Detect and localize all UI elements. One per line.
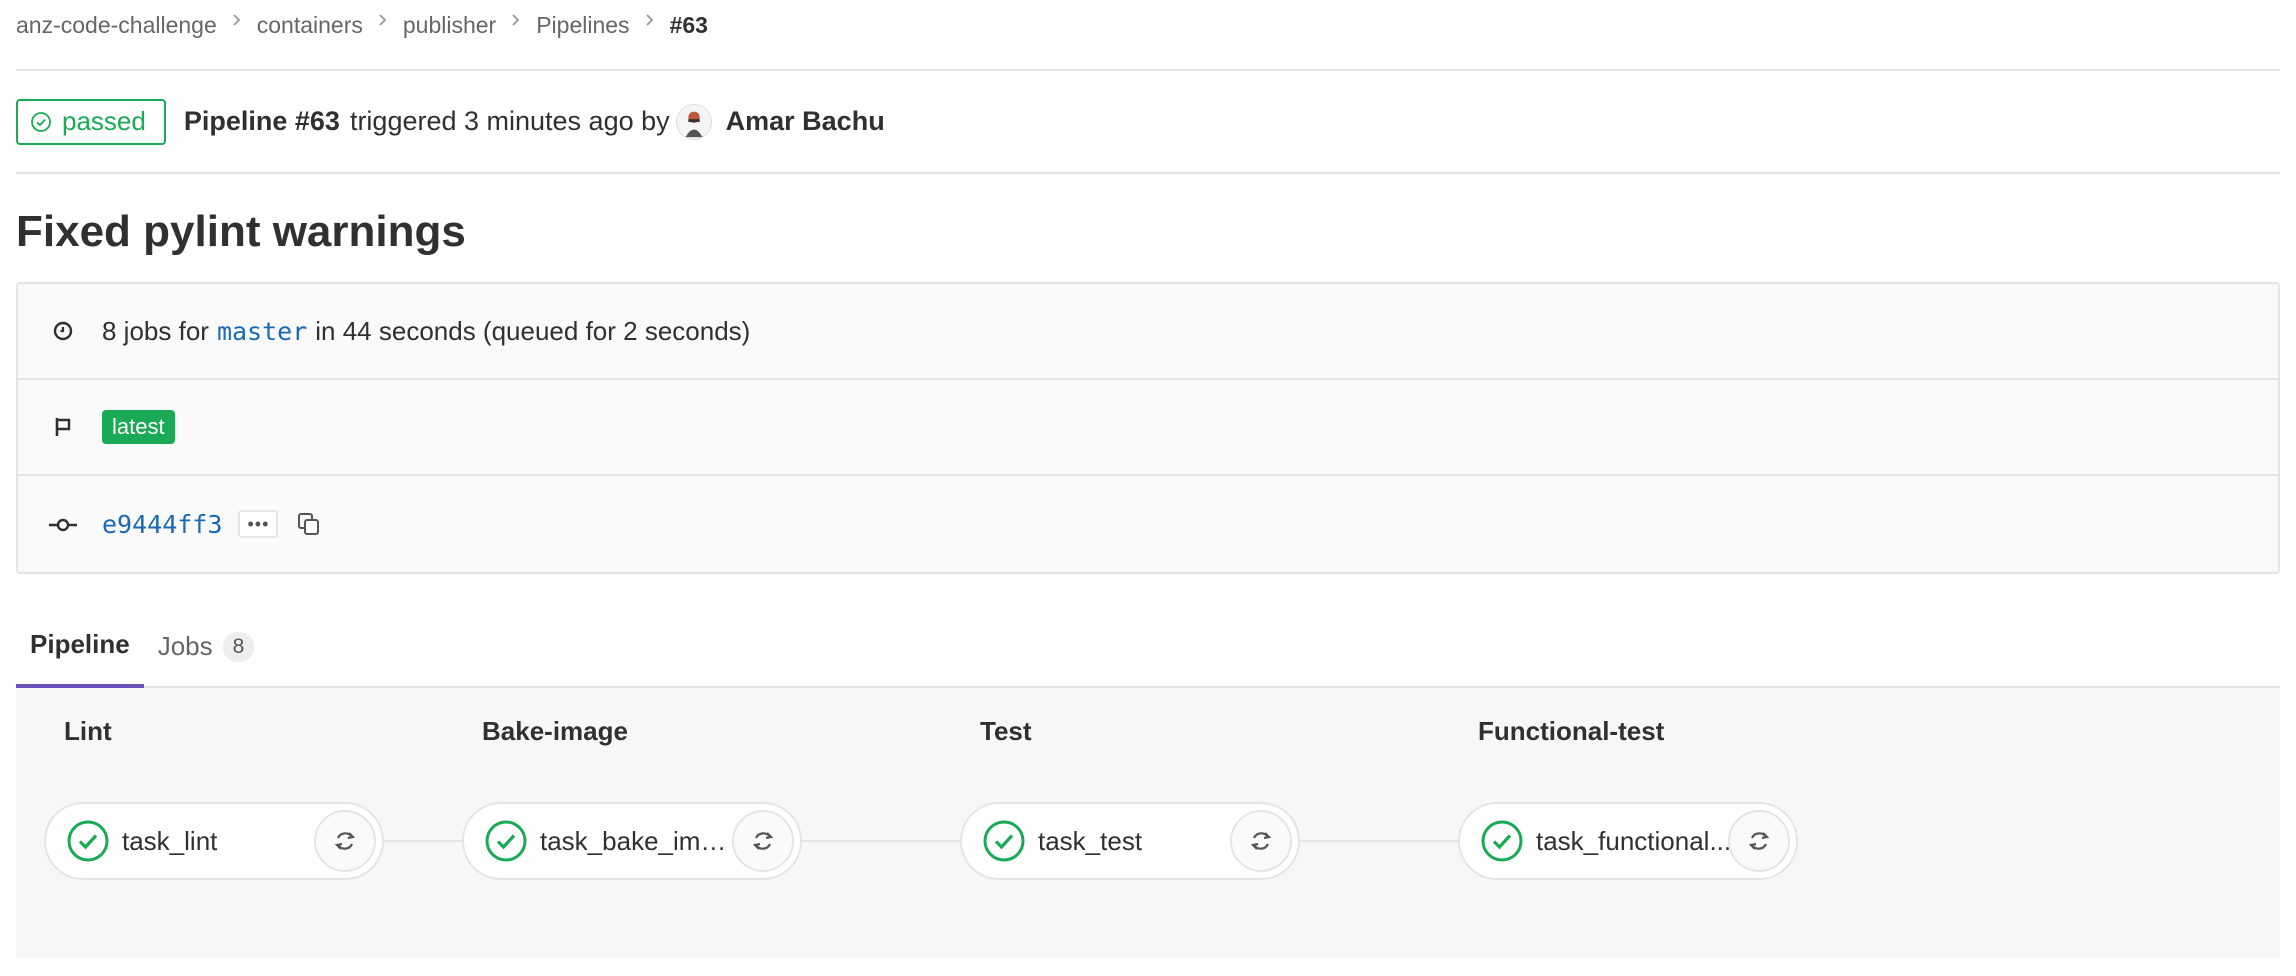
- tab-pipeline-label: Pipeline: [30, 629, 130, 659]
- check-circle-icon: [484, 819, 528, 863]
- expand-commit-button[interactable]: •••: [238, 510, 279, 538]
- retry-icon[interactable]: [314, 810, 376, 872]
- stage-title-bake-image: Bake-image: [482, 716, 628, 746]
- job-task-lint[interactable]: task_lint: [44, 802, 384, 880]
- pipeline-page: anz-code-challenge containers publisher …: [0, 0, 2296, 976]
- flag-icon: [48, 415, 78, 439]
- check-circle-icon: [982, 819, 1026, 863]
- pipeline-tabs: Pipeline Jobs 8: [16, 574, 2280, 688]
- job-task-functional[interactable]: task_functional...: [1458, 802, 1798, 880]
- pipeline-info-box: 8 jobs for master in 44 seconds (queued …: [16, 282, 2280, 574]
- stage-title-functional-test: Functional-test: [1478, 716, 1665, 746]
- retry-icon[interactable]: [732, 810, 794, 872]
- stage-connector: [796, 840, 976, 842]
- check-circle-icon: [1480, 819, 1524, 863]
- job-name: task_test: [1038, 825, 1143, 856]
- commit-row: e9444ff3 •••: [18, 476, 2278, 572]
- page-title: Fixed pylint warnings: [16, 207, 466, 256]
- job-name: task_bake_image: [540, 825, 740, 856]
- latest-badge: latest: [102, 410, 175, 444]
- job-name: task_functional...: [1536, 825, 1732, 856]
- breadcrumb: anz-code-challenge containers publisher …: [16, 0, 2280, 71]
- pipeline-id: Pipeline #63: [183, 106, 340, 136]
- stage-connector: [378, 840, 474, 842]
- breadcrumb-pipelines[interactable]: Pipelines: [536, 12, 629, 39]
- stage-title-lint: Lint: [64, 716, 112, 746]
- commit-icon: [48, 514, 78, 534]
- pipeline-summary: Pipeline #63 triggered 3 minutes ago by: [184, 106, 670, 137]
- job-name: task_lint: [122, 825, 218, 856]
- breadcrumb-project[interactable]: publisher: [403, 12, 496, 39]
- tag-row: latest: [18, 380, 2278, 476]
- stage-connector: [1298, 840, 1478, 842]
- pipeline-header: passed Pipeline #63 triggered 3 minutes …: [16, 71, 2280, 174]
- chevron-right-icon: [231, 12, 243, 28]
- job-task-test[interactable]: task_test: [960, 802, 1300, 880]
- duration-row: 8 jobs for master in 44 seconds (queued …: [18, 284, 2278, 380]
- tab-jobs-label: Jobs: [157, 631, 213, 661]
- breadcrumb-group[interactable]: anz-code-challenge: [16, 12, 217, 39]
- pipeline-graph: Lint task_lint Bake-image task_bake_imag…: [16, 688, 2280, 958]
- tab-pipeline[interactable]: Pipeline: [16, 576, 144, 688]
- duration-text: in 44 seconds (queued for 2 seconds): [315, 315, 751, 346]
- copy-icon[interactable]: [292, 507, 326, 541]
- tab-jobs[interactable]: Jobs 8: [144, 574, 269, 686]
- commit-sha-link[interactable]: e9444ff3: [102, 510, 222, 539]
- check-circle-icon: [66, 819, 110, 863]
- clock-icon: [48, 320, 78, 342]
- retry-icon[interactable]: [1230, 810, 1292, 872]
- status-label: passed: [62, 106, 146, 136]
- jobs-count-text: 8 jobs for: [102, 315, 209, 346]
- job-task-bake-image[interactable]: task_bake_image: [462, 802, 802, 880]
- branch-link[interactable]: master: [217, 317, 307, 346]
- retry-icon[interactable]: [1728, 810, 1790, 872]
- status-badge[interactable]: passed: [16, 98, 166, 145]
- chevron-right-icon: [377, 12, 389, 28]
- breadcrumb-current[interactable]: #63: [670, 12, 708, 39]
- author-name[interactable]: Amar Bachu: [726, 106, 885, 137]
- triggered-text: triggered 3 minutes ago by: [349, 106, 670, 136]
- avatar[interactable]: [675, 103, 712, 140]
- jobs-count-badge: 8: [222, 632, 255, 662]
- chevron-right-icon: [510, 12, 522, 28]
- stage-title-test: Test: [980, 716, 1032, 746]
- chevron-right-icon: [644, 12, 656, 28]
- check-circle-icon: [30, 111, 52, 133]
- breadcrumb-subgroup[interactable]: containers: [257, 12, 363, 39]
